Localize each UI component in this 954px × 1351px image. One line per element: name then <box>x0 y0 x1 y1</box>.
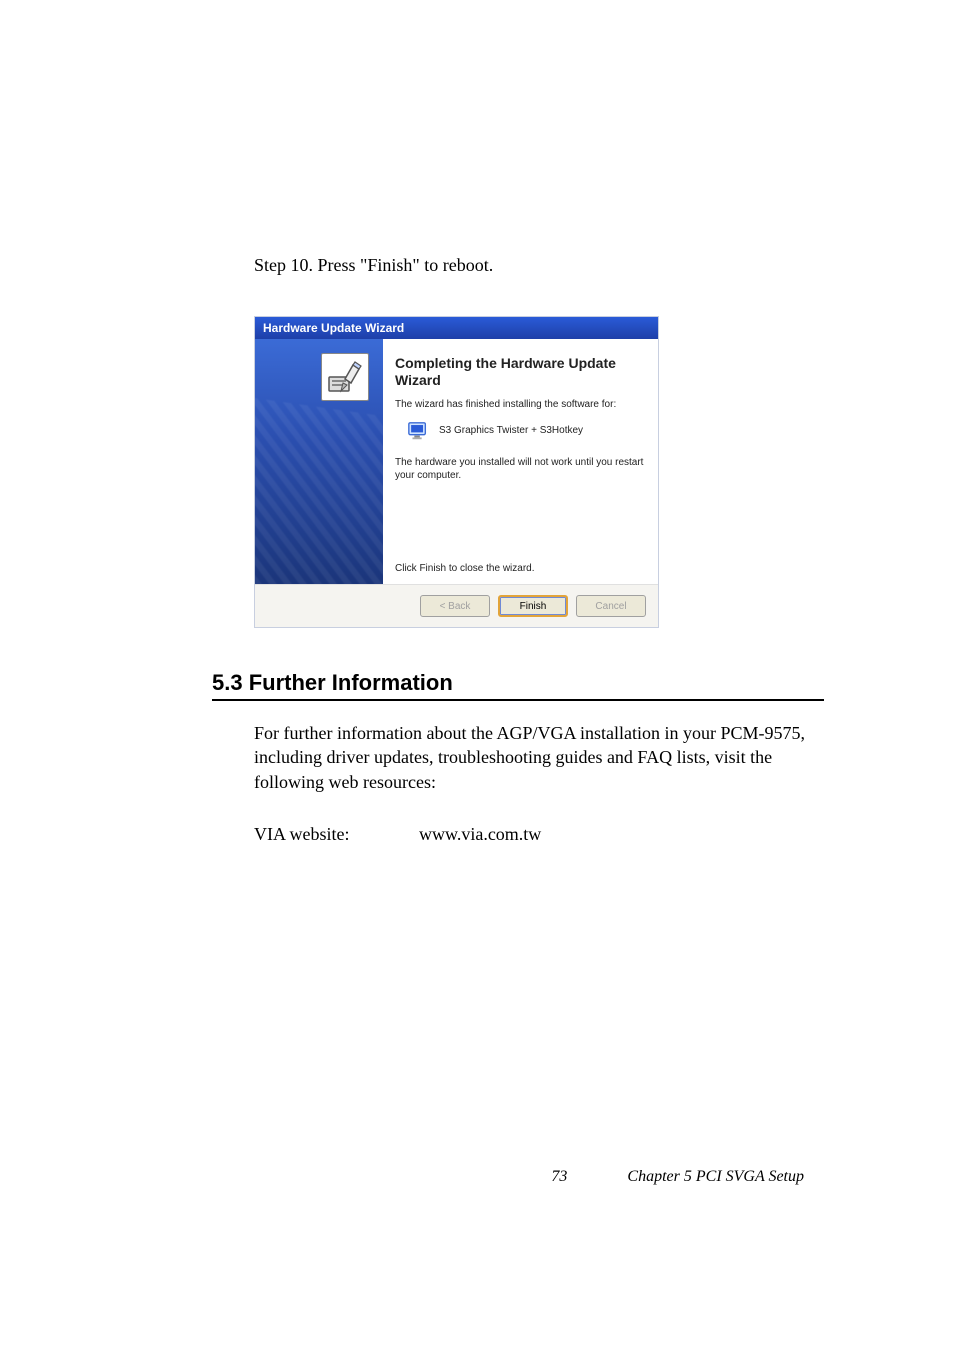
step-instruction: Step 10. Press "Finish" to reboot. <box>254 255 824 276</box>
monitor-icon <box>407 420 429 442</box>
dialog-title-bar: Hardware Update Wizard <box>255 317 658 339</box>
back-button: < Back <box>420 595 490 617</box>
section-rule <box>212 699 824 701</box>
hardware-icon <box>321 353 369 401</box>
website-url: www.via.com.tw <box>419 824 541 845</box>
dialog-body: Completing the Hardware Update Wizard Th… <box>255 339 658 584</box>
chapter-label: Chapter 5 PCI SVGA Setup <box>627 1168 804 1186</box>
website-label: VIA website: <box>254 824 419 845</box>
section-body-text: For further information about the AGP/VG… <box>254 721 824 794</box>
cancel-button: Cancel <box>576 595 646 617</box>
hardware-wizard-dialog: Hardware Update Wizard Completing the Ha… <box>254 316 659 628</box>
page-footer: 73 Chapter 5 PCI SVGA Setup <box>0 1168 954 1186</box>
close-instruction: Click Finish to close the wizard. <box>395 563 644 574</box>
dialog-button-row: < Back Finish Cancel <box>255 584 658 627</box>
wizard-finished-text: The wizard has finished installing the s… <box>395 399 644 410</box>
wizard-banner <box>255 339 383 584</box>
finish-button[interactable]: Finish <box>498 595 568 617</box>
device-name: S3 Graphics Twister + S3Hotkey <box>439 425 583 436</box>
page-number: 73 <box>551 1168 567 1186</box>
wizard-heading: Completing the Hardware Update Wizard <box>395 355 644 389</box>
section-heading: 5.3 Further Information <box>212 670 824 699</box>
restart-warning: The hardware you installed will not work… <box>395 456 644 482</box>
